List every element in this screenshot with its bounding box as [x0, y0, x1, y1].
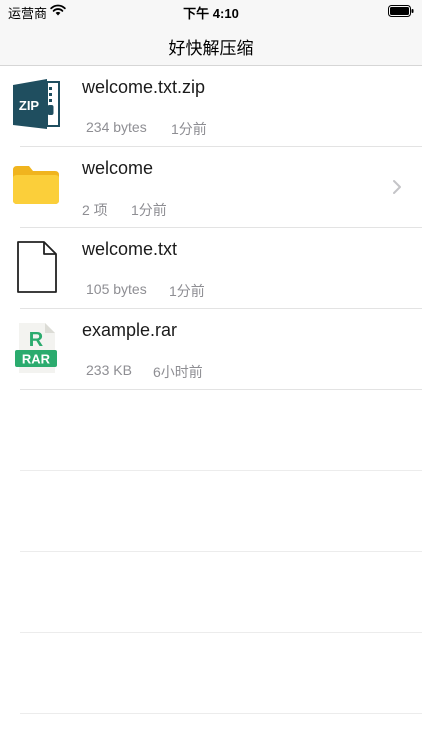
- file-name: example.rar: [82, 320, 178, 340]
- file-size: 105 bytes: [86, 281, 147, 297]
- empty-row: [0, 390, 422, 471]
- file-name: welcome.txt: [82, 239, 178, 259]
- file-name: welcome: [82, 158, 154, 178]
- folder-icon: [13, 166, 59, 204]
- text-file-icon: [17, 241, 57, 293]
- zip-file-icon: ZIP: [13, 79, 60, 129]
- file-row-welcome-txt[interactable]: welcome.txt 105 bytes 1分前: [0, 228, 422, 309]
- file-list: ZIP welcome.txt.zip 234 bytes 1分前 welcom…: [0, 66, 422, 714]
- file-row-welcome-folder[interactable]: welcome 2 项 1分前: [0, 147, 422, 228]
- file-size: 233 KB: [86, 362, 132, 378]
- chevron-right-icon: [393, 180, 401, 194]
- page-title: 好快解压缩: [168, 39, 254, 58]
- file-modified: 1分前: [169, 283, 205, 299]
- svg-text:R: R: [29, 329, 44, 351]
- file-modified: 6小时前: [153, 364, 203, 380]
- empty-row: [0, 633, 422, 714]
- file-row-welcome-txt-zip[interactable]: ZIP welcome.txt.zip 234 bytes 1分前: [0, 66, 422, 147]
- clock: 下午 4:10: [183, 6, 239, 21]
- empty-row: [0, 552, 422, 633]
- file-size: 234 bytes: [86, 119, 147, 135]
- rar-file-icon: R RAR: [15, 323, 57, 373]
- empty-row: [0, 471, 422, 552]
- battery-icon: [388, 5, 414, 17]
- row-divider: [20, 713, 422, 714]
- item-count: 2 项: [82, 202, 108, 218]
- file-modified: 1分前: [131, 202, 167, 218]
- svg-text:ZIP: ZIP: [19, 98, 40, 113]
- file-row-example-rar[interactable]: R RAR example.rar 233 KB 6小时前: [0, 309, 422, 390]
- status-bar: 运营商 下午 4:10: [0, 0, 422, 22]
- file-name: welcome.txt.zip: [82, 77, 206, 97]
- svg-text:RAR: RAR: [22, 352, 51, 367]
- file-modified: 1分前: [171, 121, 207, 137]
- navigation-bar: 好快解压缩: [0, 22, 422, 66]
